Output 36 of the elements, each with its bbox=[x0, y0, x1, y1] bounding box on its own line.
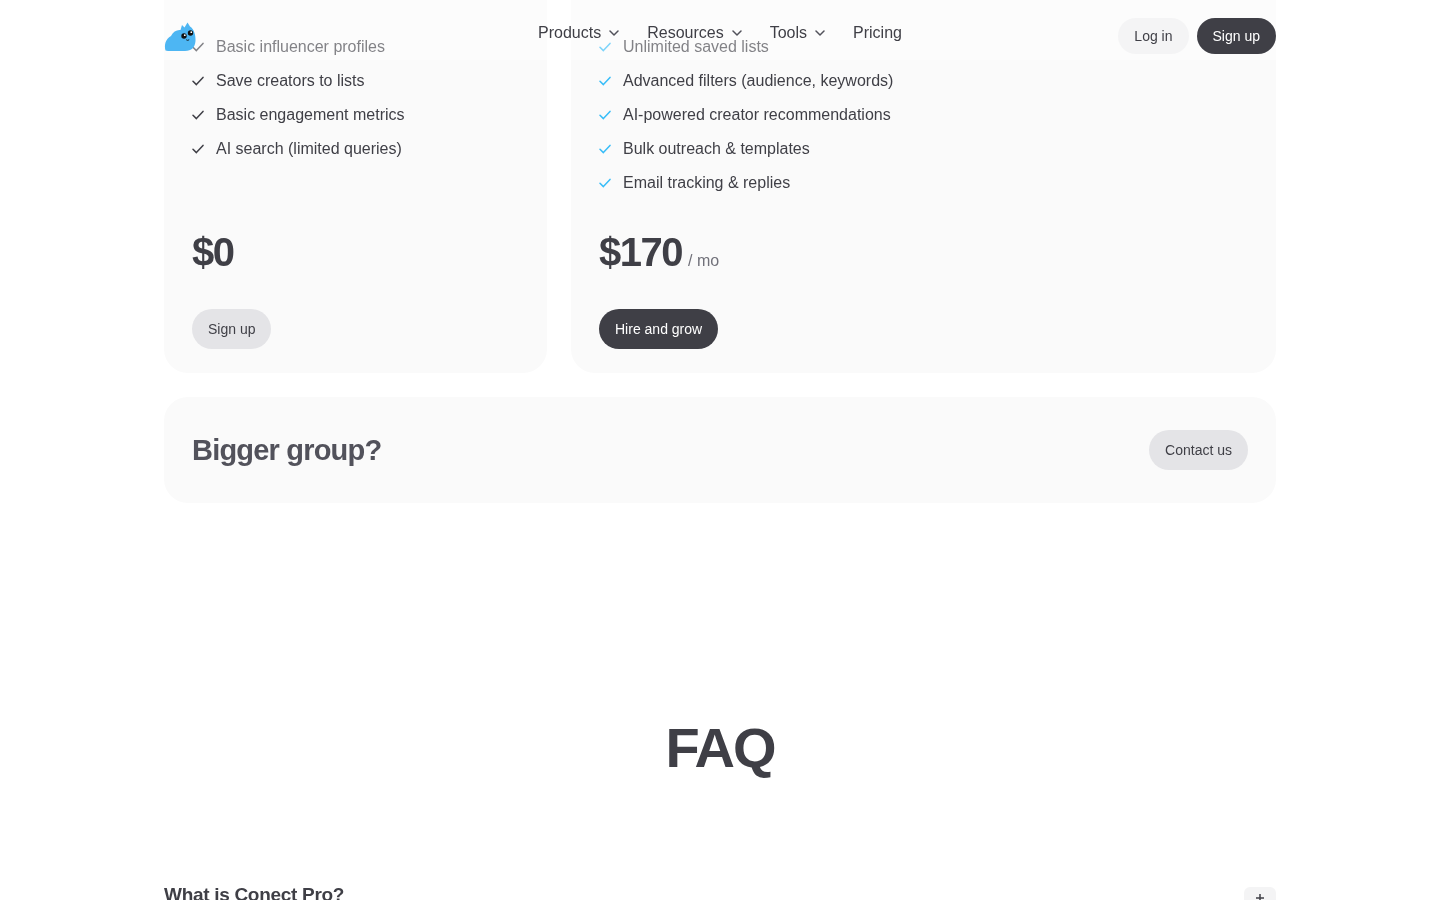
contact-us-button[interactable]: Contact us bbox=[1149, 430, 1248, 470]
plan-cta-button[interactable]: Sign up bbox=[192, 309, 272, 349]
price-period: / mo bbox=[688, 252, 720, 270]
feature-text: Unlimited saved lists bbox=[623, 38, 769, 57]
plan-cta-button[interactable]: Hire and grow bbox=[599, 309, 719, 349]
sign-up-button[interactable]: Sign up bbox=[1196, 18, 1276, 54]
feature-text: AI search (limited queries) bbox=[216, 139, 402, 159]
price-amount: $170 bbox=[599, 229, 682, 276]
check-icon bbox=[192, 144, 204, 154]
faq-heading: FAQ bbox=[664, 716, 776, 780]
check-icon bbox=[599, 42, 611, 52]
chevron-down-icon bbox=[609, 30, 620, 36]
feature-text: Save creators to lists bbox=[216, 71, 365, 91]
log-in-button[interactable]: Log in bbox=[1118, 18, 1189, 54]
feature-text: Basic influencer profiles bbox=[216, 37, 385, 57]
chevron-down-icon bbox=[815, 30, 826, 36]
check-icon bbox=[599, 178, 611, 188]
group-card-title: Bigger group? bbox=[192, 433, 382, 468]
feature-text: Email tracking & replies bbox=[623, 173, 791, 193]
check-icon bbox=[599, 144, 611, 154]
check-icon bbox=[192, 110, 204, 120]
check-icon bbox=[192, 42, 204, 52]
blob-mascot-logo-icon[interactable] bbox=[164, 20, 196, 52]
check-icon bbox=[192, 76, 204, 86]
plus-icon bbox=[1255, 893, 1265, 900]
nav-link[interactable]: Products bbox=[538, 23, 620, 43]
check-icon bbox=[599, 110, 611, 120]
feature-text: Bulk outreach & templates bbox=[623, 139, 810, 159]
feature-text: Advanced filters (audience, keywords) bbox=[623, 71, 894, 91]
nav-link[interactable]: Pricing bbox=[853, 23, 902, 43]
nav-link[interactable]: Tools bbox=[769, 23, 826, 43]
feature-text: Basic engagement metrics bbox=[216, 105, 405, 125]
feature-text: AI-powered creator recommendations bbox=[623, 105, 891, 125]
chevron-down-icon bbox=[731, 30, 742, 36]
price-amount: $0 bbox=[192, 229, 234, 276]
check-icon bbox=[599, 76, 611, 86]
